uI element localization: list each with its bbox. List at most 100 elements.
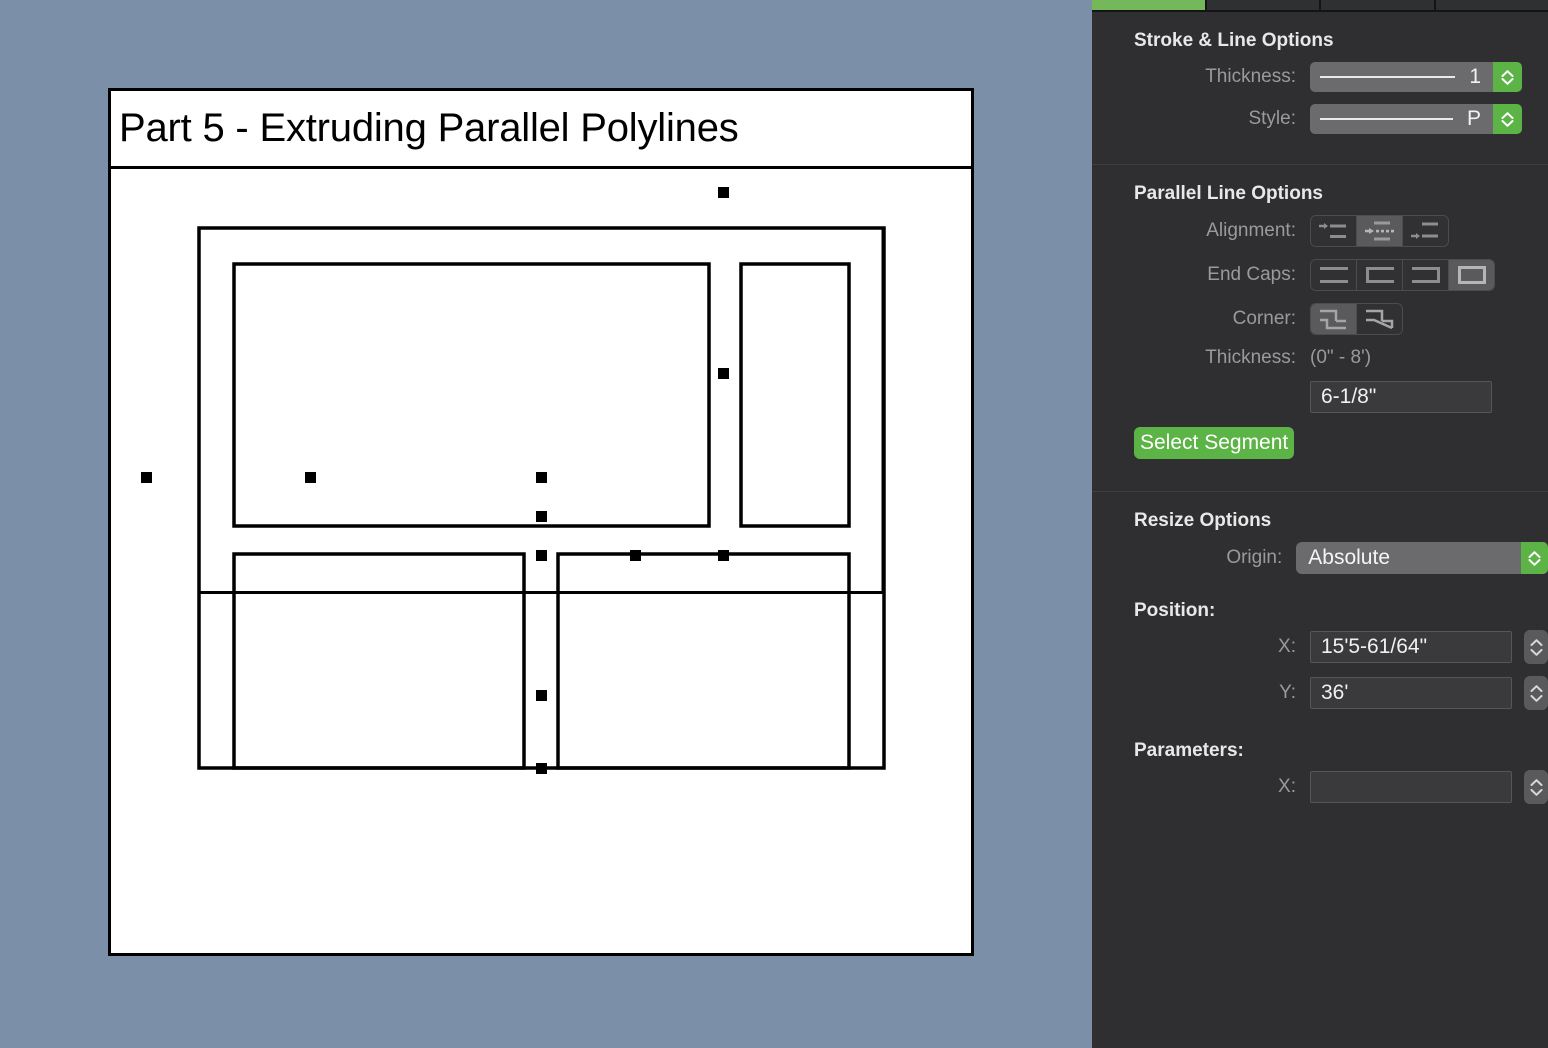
inspector-tab-bar[interactable] — [1092, 0, 1548, 12]
alignment-left-button[interactable] — [1311, 216, 1357, 246]
origin-label: Origin: — [1226, 547, 1283, 568]
corner-row: Corner: — [1092, 303, 1548, 335]
position-y-stepper[interactable] — [1524, 676, 1548, 710]
left-align-icon — [1318, 223, 1346, 238]
drawing-canvas[interactable]: Part 5 - Extruding Parallel Polylines — [0, 0, 1092, 1048]
chevron-up-icon — [1528, 550, 1541, 558]
chevron-down-icon — [1530, 648, 1542, 656]
origin-popup-button[interactable]: Absolute — [1296, 542, 1521, 574]
corner-segmented-control[interactable] — [1310, 303, 1403, 335]
alignment-label: Alignment: — [1206, 220, 1296, 241]
style-label: Style: — [1248, 108, 1296, 129]
parameters-x-row: X: — [1092, 770, 1548, 804]
end-caps-segmented-control[interactable] — [1310, 259, 1495, 291]
corner-label: Corner: — [1232, 308, 1296, 329]
tab-second[interactable] — [1206, 0, 1321, 10]
handle — [536, 550, 547, 561]
room-lower-right — [556, 552, 851, 770]
tab-stroke-line[interactable] — [1092, 0, 1207, 10]
position-x-input[interactable]: 15'5-61/64" — [1310, 631, 1512, 663]
position-x-row: X: 15'5-61/64" — [1092, 630, 1548, 664]
handle — [536, 763, 547, 774]
origin-stepper[interactable] — [1520, 542, 1548, 574]
end-cap-start-button[interactable] — [1357, 260, 1403, 290]
parallel-line-options-title: Parallel Line Options — [1134, 183, 1323, 204]
position-x-stepper[interactable] — [1524, 630, 1548, 664]
corner-mitered-icon — [1365, 309, 1393, 330]
parameters-x-input[interactable] — [1310, 771, 1512, 803]
room-upper-left — [232, 262, 711, 528]
position-label: Position: — [1134, 600, 1216, 621]
chevron-down-icon — [1530, 694, 1542, 702]
position-y-row: Y: 36' — [1092, 676, 1548, 710]
inspector-panel: Stroke & Line Options Thickness: 1 Style… — [1092, 0, 1548, 1048]
end-caps-row: End Caps: — [1092, 259, 1548, 291]
handle — [141, 472, 152, 483]
end-cap-both-button[interactable] — [1449, 260, 1494, 290]
thickness-popup-button[interactable]: 1 — [1310, 62, 1493, 92]
chevron-up-icon — [1530, 684, 1542, 692]
cap-end-icon — [1411, 267, 1440, 283]
alignment-segmented-control[interactable] — [1310, 215, 1449, 247]
parameters-label: Parameters: — [1134, 740, 1244, 761]
end-cap-none-button[interactable] — [1311, 260, 1357, 290]
handle — [718, 368, 729, 379]
alignment-row: Alignment: — [1092, 215, 1548, 247]
page-title: Part 5 - Extruding Parallel Polylines — [119, 106, 739, 150]
room-lower-left — [232, 552, 526, 770]
cap-none-icon — [1319, 267, 1348, 283]
chevron-down-icon — [1528, 558, 1541, 566]
alignment-right-button[interactable] — [1403, 216, 1448, 246]
handle — [536, 472, 547, 483]
parallel-thickness-range: (0" - 8') — [1310, 347, 1372, 368]
end-caps-label: End Caps: — [1207, 264, 1296, 285]
parallel-line-options-section: Parallel Line Options Alignment: End Cap… — [1092, 164, 1548, 491]
end-cap-end-button[interactable] — [1403, 260, 1449, 290]
tab-fourth[interactable] — [1435, 0, 1548, 10]
handle — [630, 550, 641, 561]
parallel-thickness-input[interactable]: 6-1/8" — [1310, 381, 1492, 413]
room-upper-right — [739, 262, 851, 528]
drawing-sheet[interactable]: Part 5 - Extruding Parallel Polylines — [108, 88, 974, 956]
style-stepper[interactable] — [1493, 104, 1522, 134]
parameters-x-stepper[interactable] — [1524, 770, 1548, 804]
polyline-drawing[interactable] — [111, 169, 971, 953]
select-segment-button[interactable]: Select Segment — [1134, 427, 1295, 459]
corner-square-icon — [1319, 309, 1346, 330]
thickness-stepper[interactable] — [1493, 62, 1522, 92]
chevron-up-icon — [1530, 638, 1542, 646]
resize-options-section: Resize Options Origin: Absolute Position… — [1092, 491, 1548, 824]
sheet-title-bar: Part 5 - Extruding Parallel Polylines — [111, 91, 971, 169]
chevron-up-icon — [1501, 69, 1514, 77]
stroke-line-options-title: Stroke & Line Options — [1134, 30, 1334, 51]
parallel-thickness-label: Thickness: — [1205, 347, 1296, 368]
style-popup-button[interactable]: P — [1310, 104, 1493, 134]
parallel-thickness-row: Thickness: (0" - 8') — [1092, 347, 1548, 369]
corner-mitered-button[interactable] — [1357, 304, 1402, 334]
alignment-center-button[interactable] — [1357, 216, 1403, 246]
position-y-input[interactable]: 36' — [1310, 677, 1512, 709]
handle — [536, 690, 547, 701]
tab-third[interactable] — [1321, 0, 1436, 10]
chevron-up-icon — [1530, 778, 1542, 786]
center-align-icon — [1364, 221, 1394, 241]
thickness-label: Thickness: — [1205, 66, 1296, 87]
handle — [718, 187, 729, 198]
right-align-icon — [1410, 222, 1438, 239]
style-value: P — [1466, 107, 1481, 130]
cap-start-icon — [1365, 267, 1394, 283]
plan-outer-rect — [197, 226, 886, 770]
chevron-down-icon — [1501, 77, 1514, 85]
thickness-value: 1 — [1469, 65, 1481, 88]
chevron-down-icon — [1501, 119, 1514, 127]
corner-square-button[interactable] — [1311, 304, 1357, 334]
chevron-down-icon — [1530, 788, 1542, 796]
chevron-up-icon — [1501, 111, 1514, 119]
line-preview-icon — [1320, 118, 1453, 120]
parallel-thickness-field-row: 6-1/8" — [1092, 381, 1548, 413]
origin-row: Origin: Absolute — [1092, 542, 1548, 574]
parameters-x-label: X: — [1278, 776, 1296, 797]
style-row: Style: P — [1092, 104, 1548, 134]
handle — [536, 511, 547, 522]
handle — [718, 550, 729, 561]
